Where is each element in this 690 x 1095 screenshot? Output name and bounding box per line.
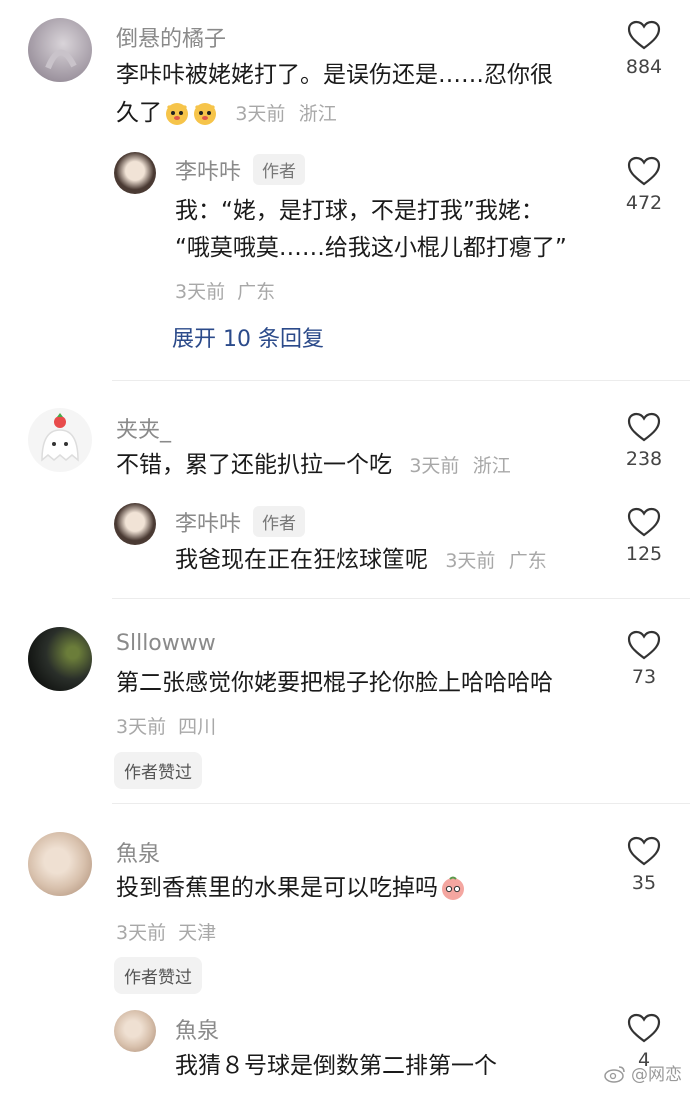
- like-count: 884: [625, 56, 663, 78]
- like-count: 73: [631, 666, 657, 688]
- like-count: 125: [625, 543, 663, 565]
- comment-text: 投到香蕉里的水果是可以吃掉吗: [116, 875, 438, 901]
- comment-text-line: 投到香蕉里的水果是可以吃掉吗: [116, 869, 466, 907]
- expand-replies-link[interactable]: 展开 10 条回复: [172, 321, 324, 353]
- cat-emoji-icon: [166, 103, 188, 125]
- reply-text: 我爸现在正在狂炫球筐呢: [175, 547, 428, 573]
- reply-text: 我：“姥，是打球，不是打我”我姥：: [175, 198, 544, 224]
- comment-text: 不错，累了还能扒拉一个吃: [116, 452, 392, 478]
- username[interactable]: 魚泉: [116, 836, 160, 868]
- comment-location: 四川: [178, 716, 217, 738]
- like-button[interactable]: 238: [609, 412, 679, 470]
- avatar[interactable]: [114, 1010, 156, 1052]
- like-button[interactable]: 884: [609, 20, 679, 78]
- reply-location: 广东: [508, 550, 547, 572]
- comment-time: 3天前: [116, 922, 167, 944]
- comment-time: 3天前: [116, 716, 167, 738]
- comment-location: 天津: [178, 922, 217, 944]
- avatar[interactable]: [28, 627, 92, 691]
- comment-location: 浙江: [298, 103, 337, 125]
- reply-time: 3天前: [445, 550, 496, 572]
- author-badge: 作者: [253, 154, 306, 185]
- comment-text: 第二张感觉你姥要把棍子抡你脸上哈哈哈哈: [116, 670, 553, 696]
- watermark-text: @网恋: [631, 1065, 682, 1085]
- heart-outline-icon: [627, 507, 661, 537]
- like-count: 238: [625, 448, 663, 470]
- heart-outline-icon: [627, 412, 661, 442]
- avatar[interactable]: [114, 152, 156, 194]
- watermark: @网恋: [603, 1060, 682, 1085]
- comment-text: 李咔咔被姥姥打了。是误伤还是……忍你很: [116, 62, 553, 88]
- comment-location: 浙江: [472, 455, 511, 477]
- heart-outline-icon: [627, 1013, 661, 1043]
- reply-username[interactable]: 李咔咔 作者: [175, 154, 306, 186]
- heart-outline-icon: [627, 836, 661, 866]
- comment-meta: 3天前 四川: [116, 712, 216, 739]
- comment-text-line: 不错，累了还能扒拉一个吃 3天前 浙江: [116, 446, 511, 485]
- like-button[interactable]: 125: [609, 507, 679, 565]
- avatar[interactable]: [28, 832, 92, 896]
- reply-username[interactable]: 魚泉: [175, 1013, 219, 1045]
- ghost-avatar-icon: [41, 413, 79, 462]
- reply-location: 广东: [237, 281, 276, 303]
- peach-emoji-icon: [442, 876, 464, 900]
- reply-text-line: 我爸现在正在狂炫球筐呢 3天前 广东: [175, 541, 547, 580]
- username[interactable]: 倒悬的橘子: [116, 21, 226, 53]
- comment-text-line2: 久了 3天前 浙江: [116, 94, 337, 133]
- like-button[interactable]: 472: [609, 156, 679, 214]
- weibo-icon: [603, 1066, 625, 1083]
- avatar[interactable]: [28, 408, 92, 472]
- divider: [112, 803, 690, 804]
- divider: [112, 598, 690, 599]
- comment-time: 3天前: [409, 455, 460, 477]
- like-count: 472: [625, 192, 663, 214]
- avatar[interactable]: [28, 18, 92, 82]
- reply-meta: 3天前 广东: [175, 277, 275, 304]
- cat-emoji-icon: [194, 103, 216, 125]
- avatar-image: [45, 49, 77, 70]
- author-badge: 作者: [253, 506, 306, 537]
- username[interactable]: 夹夹_: [116, 412, 171, 444]
- like-count: 35: [631, 872, 657, 894]
- comment-time: 3天前: [235, 103, 286, 125]
- like-button[interactable]: 73: [609, 630, 679, 688]
- author-liked-tag: 作者赞过: [114, 957, 202, 994]
- reply-username[interactable]: 李咔咔 作者: [175, 506, 306, 538]
- author-liked-tag: 作者赞过: [114, 752, 202, 789]
- comment-meta: 3天前 天津: [116, 918, 216, 945]
- heart-outline-icon: [627, 156, 661, 186]
- reply-text-line2: “哦莫哦莫……给我这小棍儿都打瘪了”: [175, 235, 567, 261]
- avatar[interactable]: [114, 503, 156, 545]
- heart-outline-icon: [627, 20, 661, 50]
- reply-text: 我猜８号球是倒数第二排第一个: [175, 1053, 497, 1079]
- heart-outline-icon: [627, 630, 661, 660]
- comment-text: 久了: [116, 100, 162, 126]
- reply-time: 3天前: [175, 281, 226, 303]
- username[interactable]: Slllowww: [116, 631, 216, 656]
- divider: [112, 380, 690, 381]
- like-button[interactable]: 35: [609, 836, 679, 894]
